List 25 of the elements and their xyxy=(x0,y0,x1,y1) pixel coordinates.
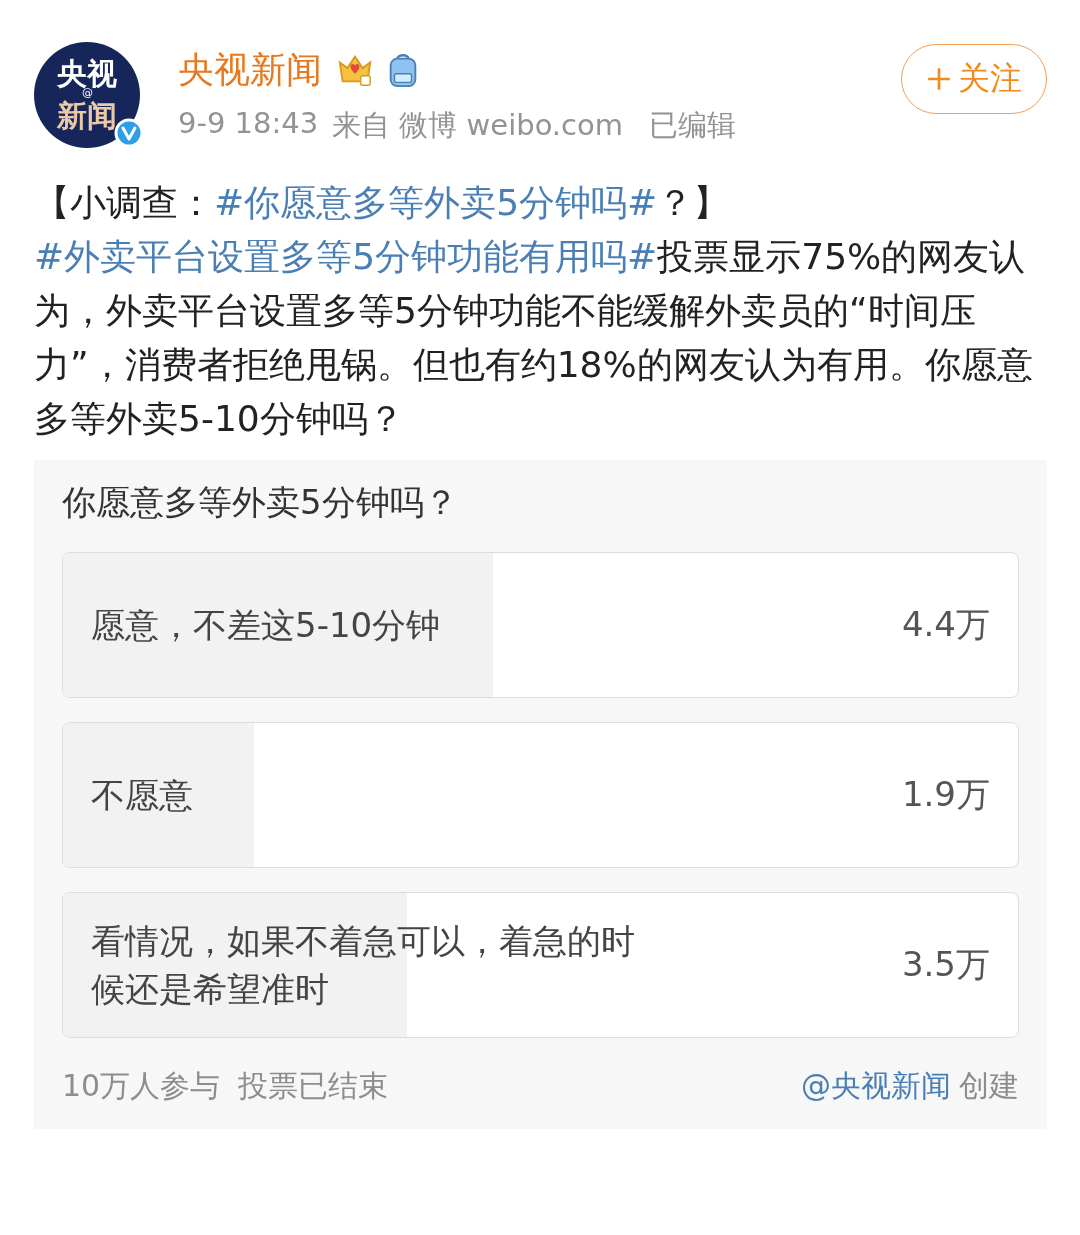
verified-icon xyxy=(114,118,144,148)
option-label: 看情况，如果不着急可以，着急的时候还是希望准时 xyxy=(91,920,636,1011)
poll-option[interactable]: 看情况，如果不着急可以，着急的时候还是希望准时 3.5万 xyxy=(62,892,1019,1038)
creator-link[interactable]: @央视新闻 xyxy=(801,1066,951,1107)
post-source: 来自 微博 weibo.com xyxy=(332,107,624,144)
vote-count: 1.9万 xyxy=(901,773,990,816)
option-label: 不愿意 xyxy=(91,774,194,817)
post-time: 9-9 18:43 xyxy=(178,106,319,142)
follow-button[interactable]: 关注 xyxy=(901,44,1047,114)
poll-status: 投票已结束 xyxy=(238,1067,389,1105)
hashtag-link[interactable]: #外卖平台设置多等5分钟功能有用吗# xyxy=(34,236,658,277)
vote-count: 4.4万 xyxy=(901,603,990,646)
plus-icon xyxy=(926,66,952,92)
poll-option[interactable]: 不愿意 1.9万 xyxy=(62,722,1019,868)
logo-text: 新闻 xyxy=(57,99,117,133)
poll-question: 你愿意多等外卖5分钟吗？ xyxy=(62,481,459,524)
hashtag-link[interactable]: #你愿意多等外卖5分钟吗# xyxy=(214,182,658,223)
participant-count: 10万人参与 xyxy=(62,1067,221,1105)
edited-label: 已编辑 xyxy=(649,107,737,144)
post-text: 【小调查：#你愿意多等外卖5分钟吗#？】 #外卖平台设置多等5分钟功能有用吗#投票显示75%的网友认为，外卖平台设置多等5分钟功能不能缓解外卖员的“时间压力”，消费者拒绝甩锅。但也有约18%的网友认为有用。你愿意多等外卖5-10分钟吗？ xyxy=(34,181,1034,441)
created-label: 创建 xyxy=(959,1067,1019,1105)
poll-option[interactable]: 愿意，不差这5-10分钟 4.4万 xyxy=(62,552,1019,698)
account-name[interactable]: 央视新闻 xyxy=(178,45,322,95)
vote-count: 3.5万 xyxy=(901,943,990,986)
option-label: 愿意，不差这5-10分钟 xyxy=(91,604,442,647)
